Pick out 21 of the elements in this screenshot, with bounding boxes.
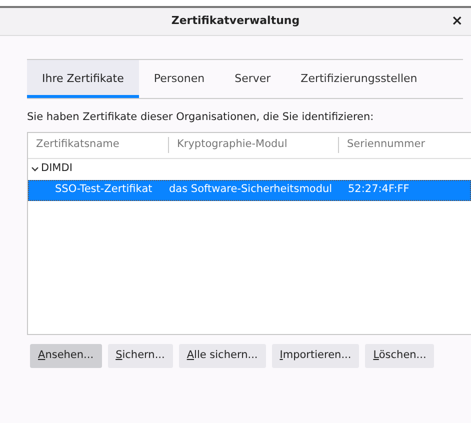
column-header[interactable]: Kryptographie-Modul bbox=[177, 137, 288, 154]
window-title: Zertifikatverwaltung bbox=[171, 13, 300, 30]
tab[interactable]: Server bbox=[220, 60, 286, 98]
description-text: Sie haben Zertifikate dieser Organisationen, die Sie identifizieren: bbox=[27, 110, 375, 125]
action-button[interactable]: Alle sichern... bbox=[178, 344, 266, 368]
action-button[interactable]: Löschen... bbox=[365, 344, 434, 368]
column-header[interactable]: Seriennummer bbox=[347, 137, 426, 154]
group-name: DIMDI bbox=[41, 161, 72, 176]
close-button[interactable]: × bbox=[451, 13, 463, 29]
table-cell-text: 52:27:4F:FF bbox=[347, 182, 410, 198]
tab[interactable]: Zertifizierungsstellen bbox=[286, 60, 432, 98]
action-button[interactable]: Sichern... bbox=[108, 344, 173, 368]
certificate-row[interactable]: SSO-Test-Zertifikat das Software-Sicherheitsmodul 52:27:4F:FF bbox=[28, 180, 471, 201]
table-cell-text: das Software-Sicherheitsmodul bbox=[169, 182, 334, 198]
tab[interactable]: Personen bbox=[138, 60, 220, 98]
chevron-icon[interactable] bbox=[31, 165, 39, 174]
tab[interactable]: Ihre Zertifikate bbox=[27, 60, 139, 98]
action-button[interactable]: Ansehen... bbox=[30, 344, 102, 368]
table-cell-text: SSO-Test-Zertifikat bbox=[54, 182, 154, 198]
column-header[interactable]: Zertifikatsname bbox=[36, 137, 120, 154]
action-button[interactable]: Importieren... bbox=[272, 344, 360, 368]
